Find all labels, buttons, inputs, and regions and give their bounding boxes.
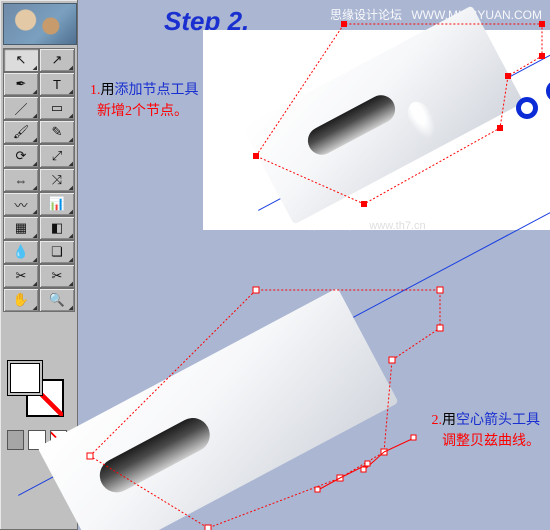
slice-icon[interactable]: ✂ xyxy=(3,264,39,288)
annotation-2-num: 2. xyxy=(432,413,443,428)
reflect-icon[interactable]: ⇔ xyxy=(3,168,39,192)
blend-icon[interactable]: ❏ xyxy=(39,240,75,264)
mesh-icon[interactable]: ▦ xyxy=(3,216,39,240)
line-icon[interactable]: ／ xyxy=(3,96,39,120)
rotate-icon[interactable]: ⟳ xyxy=(3,144,39,168)
watermark-mid-cn: 第七城市 xyxy=(308,218,356,232)
pencil-icon[interactable]: ✎ xyxy=(39,120,75,144)
watermark-top: 思缘设计论坛 WWW.MISSYUAN.COM xyxy=(330,6,542,23)
pen-icon[interactable]: ✒ xyxy=(3,72,39,96)
canvas-panel-bottom: 2.用空心箭头工具 调整贝兹曲线。 xyxy=(78,240,550,530)
eyedropper-icon[interactable]: 💧 xyxy=(3,240,39,264)
color-mode-solid[interactable] xyxy=(7,430,24,450)
watermark-top-cn: 思缘设计论坛 xyxy=(330,8,402,22)
slider-slot-bottom xyxy=(94,412,216,498)
zoom-icon[interactable]: 🔍 xyxy=(39,288,75,312)
arrow-icon[interactable]: ↖ xyxy=(3,48,39,72)
annotation-2-tool: 空心箭头工具 xyxy=(456,413,540,428)
rect-icon[interactable]: ▭ xyxy=(39,96,75,120)
brush-icon[interactable]: 🖌 xyxy=(3,120,39,144)
color-swatch-area[interactable] xyxy=(7,360,67,420)
tool-grid: ↖↗✒T／▭🖌✎⟳⤢⇔⤨〰📊▦◧💧❏✂✂✋🔍 xyxy=(3,48,75,312)
hand-icon[interactable]: ✋ xyxy=(3,288,39,312)
annotation-1-a: 用 xyxy=(101,83,115,98)
canvas-panel-top: Step 2. 思缘设计论坛 WWW.MISSYUAN.COM 1.用添加节点工… xyxy=(78,0,550,240)
tutorial-stage: ↖↗✒T／▭🖌✎⟳⤢⇔⤨〰📊▦◧💧❏✂✂✋🔍 Step 2. 思缘设计论坛 WW… xyxy=(0,0,550,530)
scissors-icon[interactable]: ✂ xyxy=(39,264,75,288)
annotation-2: 2.用空心箭头工具 调整贝兹曲线。 xyxy=(432,410,541,452)
freetransform-icon[interactable]: ⤨ xyxy=(39,168,75,192)
shape-slider-bottom[interactable] xyxy=(37,288,398,530)
column-graph-icon[interactable]: 📊 xyxy=(39,192,75,216)
callout-ring-1 xyxy=(516,97,538,119)
annotation-1-num: 1. xyxy=(90,83,101,98)
watermark-mid: 第七城市 www.th7.cn xyxy=(308,216,426,233)
annotation-1: 1.用添加节点工具 新增2个节点。 xyxy=(90,80,199,122)
slider-slot-top xyxy=(303,90,400,159)
type-icon[interactable]: T xyxy=(39,72,75,96)
annotation-1-tool: 添加节点工具 xyxy=(115,83,199,98)
app-logo xyxy=(3,3,77,45)
direct-select-icon[interactable]: ↗ xyxy=(39,48,75,72)
scale-icon[interactable]: ⤢ xyxy=(39,144,75,168)
annotation-2-a: 用 xyxy=(442,413,456,428)
annotation-2-b: 调整贝兹曲线。 xyxy=(442,434,540,449)
watermark-mid-en: www.th7.cn xyxy=(369,220,425,232)
highlight-spot xyxy=(402,97,442,144)
fill-swatch[interactable] xyxy=(7,360,43,396)
annotation-1-b: 新增2个节点。 xyxy=(97,104,188,119)
warp-icon[interactable]: 〰 xyxy=(3,192,39,216)
gradient-icon[interactable]: ◧ xyxy=(39,216,75,240)
